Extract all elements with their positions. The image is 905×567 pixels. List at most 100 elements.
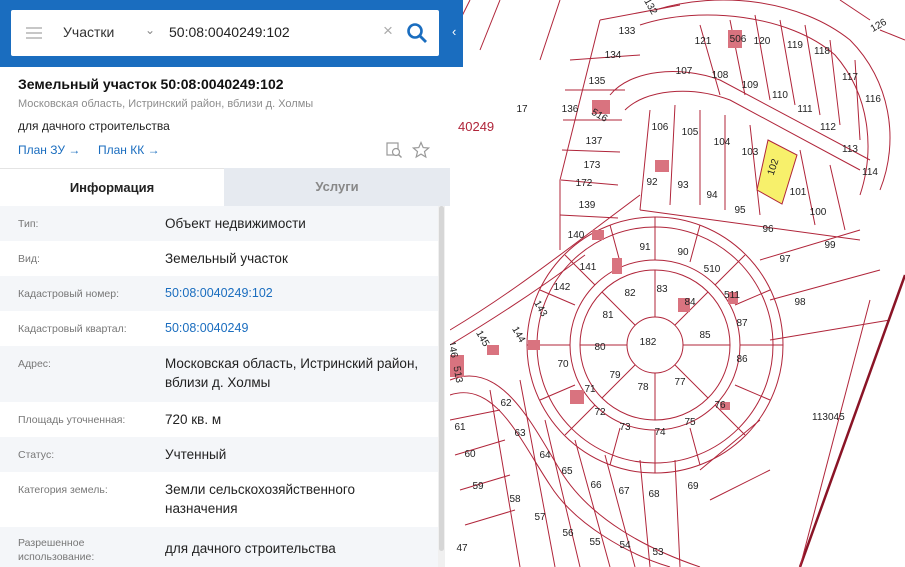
parcel-number-label: 141 [580, 262, 597, 273]
parcel-number-label: 142 [554, 282, 571, 293]
parcel-number-label: 114 [862, 167, 878, 178]
parcel-number-label: 73 [619, 422, 631, 433]
parcel-number-label: 76 [714, 400, 726, 411]
parcel-number-label: 67 [618, 486, 630, 497]
parcel-number-label: 107 [676, 66, 693, 77]
search-input[interactable]: 50:08:0040249:102 [169, 24, 290, 40]
menu-icon[interactable] [26, 27, 42, 39]
parcel-number-label: 87 [736, 318, 748, 329]
parcel-number-label: 511 [724, 290, 740, 301]
parcel-number-label: 139 [579, 200, 596, 211]
close-icon[interactable]: × [383, 21, 393, 41]
table-row: Площадь уточненная: 720 кв. м [0, 402, 438, 437]
plan-zu-link[interactable]: План ЗУ → [18, 143, 80, 157]
parcel-number-label: 108 [712, 70, 729, 81]
parcel-number-label: 98 [794, 297, 806, 308]
parcel-number-label: 93 [677, 180, 689, 191]
table-row: Статус: Учтенный [0, 437, 438, 472]
parcel-number-label: 112 [820, 122, 836, 133]
parcel-number-label: 59 [472, 481, 484, 492]
tab-info[interactable]: Информация [0, 168, 224, 206]
parcel-number-label: 58 [509, 494, 521, 505]
row-value: для дачного строительства [165, 541, 336, 556]
table-row: Тип: Объект недвижимости [0, 206, 438, 241]
table-row: Категория земель: Земли сельскохозяйстве… [0, 472, 438, 527]
parcel-number-label: 506 [730, 34, 747, 45]
parcel-number-label: 91 [639, 242, 651, 253]
collapse-panel-button[interactable]: ‹ [450, 0, 463, 67]
parcel-number-label: 172 [576, 178, 593, 189]
parcel-number-label: 182 [640, 337, 657, 348]
scrollbar-thumb[interactable] [439, 206, 444, 551]
parcel-number-label: 80 [594, 342, 606, 353]
parcel-number-label: 100 [810, 207, 827, 218]
parcel-number-label: 71 [584, 384, 596, 395]
parcel-number-label: 90 [677, 247, 689, 258]
parcel-number-label: 103 [742, 147, 759, 158]
parcel-number-label: 96 [762, 224, 774, 235]
parcel-number-label: 74 [654, 427, 666, 438]
parcel-number-label: 75 [684, 417, 696, 428]
parcel-number-label: 83 [656, 284, 668, 295]
parcel-number-label: 135 [589, 76, 606, 87]
parcel-number-label: 86 [736, 354, 748, 365]
table-row: Адрес: Московская область, Истринский ра… [0, 346, 438, 402]
parcel-number-label: 68 [648, 489, 660, 500]
building [612, 258, 622, 274]
parcel-number-label: 17 [516, 104, 528, 115]
parcel-number-label: 82 [624, 288, 636, 299]
parcel-number-label: 69 [687, 481, 699, 492]
parcel-number-label: 117 [842, 72, 858, 83]
row-label: Адрес: [18, 358, 51, 370]
info-panel: Участки ⌄ 50:08:0040249:102 × Земельный … [0, 0, 450, 567]
parcel-number-label: 70 [557, 359, 569, 370]
parcel-number-label: 78 [637, 382, 649, 393]
scrollbar[interactable] [438, 206, 445, 567]
parcel-use: для дачного строительства [18, 119, 170, 133]
parcel-number-label: 111 [797, 104, 813, 115]
parcel-number-label: 72 [594, 407, 606, 418]
parcel-number-label: 84 [684, 297, 696, 308]
search-box[interactable]: Участки ⌄ 50:08:0040249:102 × [11, 10, 439, 56]
row-label: Вид: [18, 253, 40, 265]
parcel-number-label: 56 [562, 528, 574, 539]
search-icon[interactable] [405, 21, 429, 45]
cadastral-quarter-link[interactable]: 50:08:0040249 [165, 319, 425, 338]
parcel-number-label: 85 [699, 330, 711, 341]
row-label: Статус: [18, 449, 55, 461]
tab-services[interactable]: Услуги [224, 168, 450, 206]
row-label: Тип: [18, 218, 39, 230]
chevron-down-icon[interactable]: ⌄ [145, 23, 155, 37]
layer-select[interactable]: Участки [63, 24, 114, 40]
building [570, 390, 584, 404]
parcel-number-label: 62 [500, 398, 512, 409]
cadastral-number-link[interactable]: 50:08:0040249:102 [165, 284, 425, 303]
parcel-number-label: 105 [682, 127, 699, 138]
star-icon[interactable] [412, 141, 430, 159]
tab-bar: Информация Услуги [0, 168, 450, 206]
row-value: Московская область, Истринский район, вб… [165, 356, 419, 390]
parcel-number-label: 120 [754, 36, 771, 47]
parcel-number-label: 101 [790, 187, 807, 198]
parcel-number-label: 133 [619, 26, 636, 37]
parcel-number-label: 94 [706, 190, 718, 201]
search-bar-container: Участки ⌄ 50:08:0040249:102 × [0, 0, 450, 67]
parcel-number-label: 136 [562, 104, 579, 115]
row-label: Разрешенное использование: [18, 537, 95, 563]
row-value: Учтенный [165, 447, 227, 462]
parcel-number-label: 99 [824, 240, 836, 251]
parcel-number-label: 81 [602, 310, 614, 321]
building [528, 340, 540, 350]
parcel-number-label: 55 [589, 537, 601, 548]
quarter-label: 40249 [458, 119, 494, 134]
zoom-to-parcel-icon[interactable] [385, 141, 403, 159]
parcel-number-label: 79 [609, 370, 621, 381]
row-label: Категория земель: [18, 484, 108, 496]
row-value: 720 кв. м [165, 412, 222, 427]
parcel-number-label: 95 [734, 205, 746, 216]
plan-kk-link[interactable]: План КК → [98, 143, 160, 157]
chevron-left-icon: ‹ [452, 24, 457, 39]
row-value: Земли сельскохозяйственного назначения [165, 482, 356, 516]
quarter-label-2: 113045 [812, 412, 845, 423]
parcel-number-label: 61 [454, 422, 466, 433]
